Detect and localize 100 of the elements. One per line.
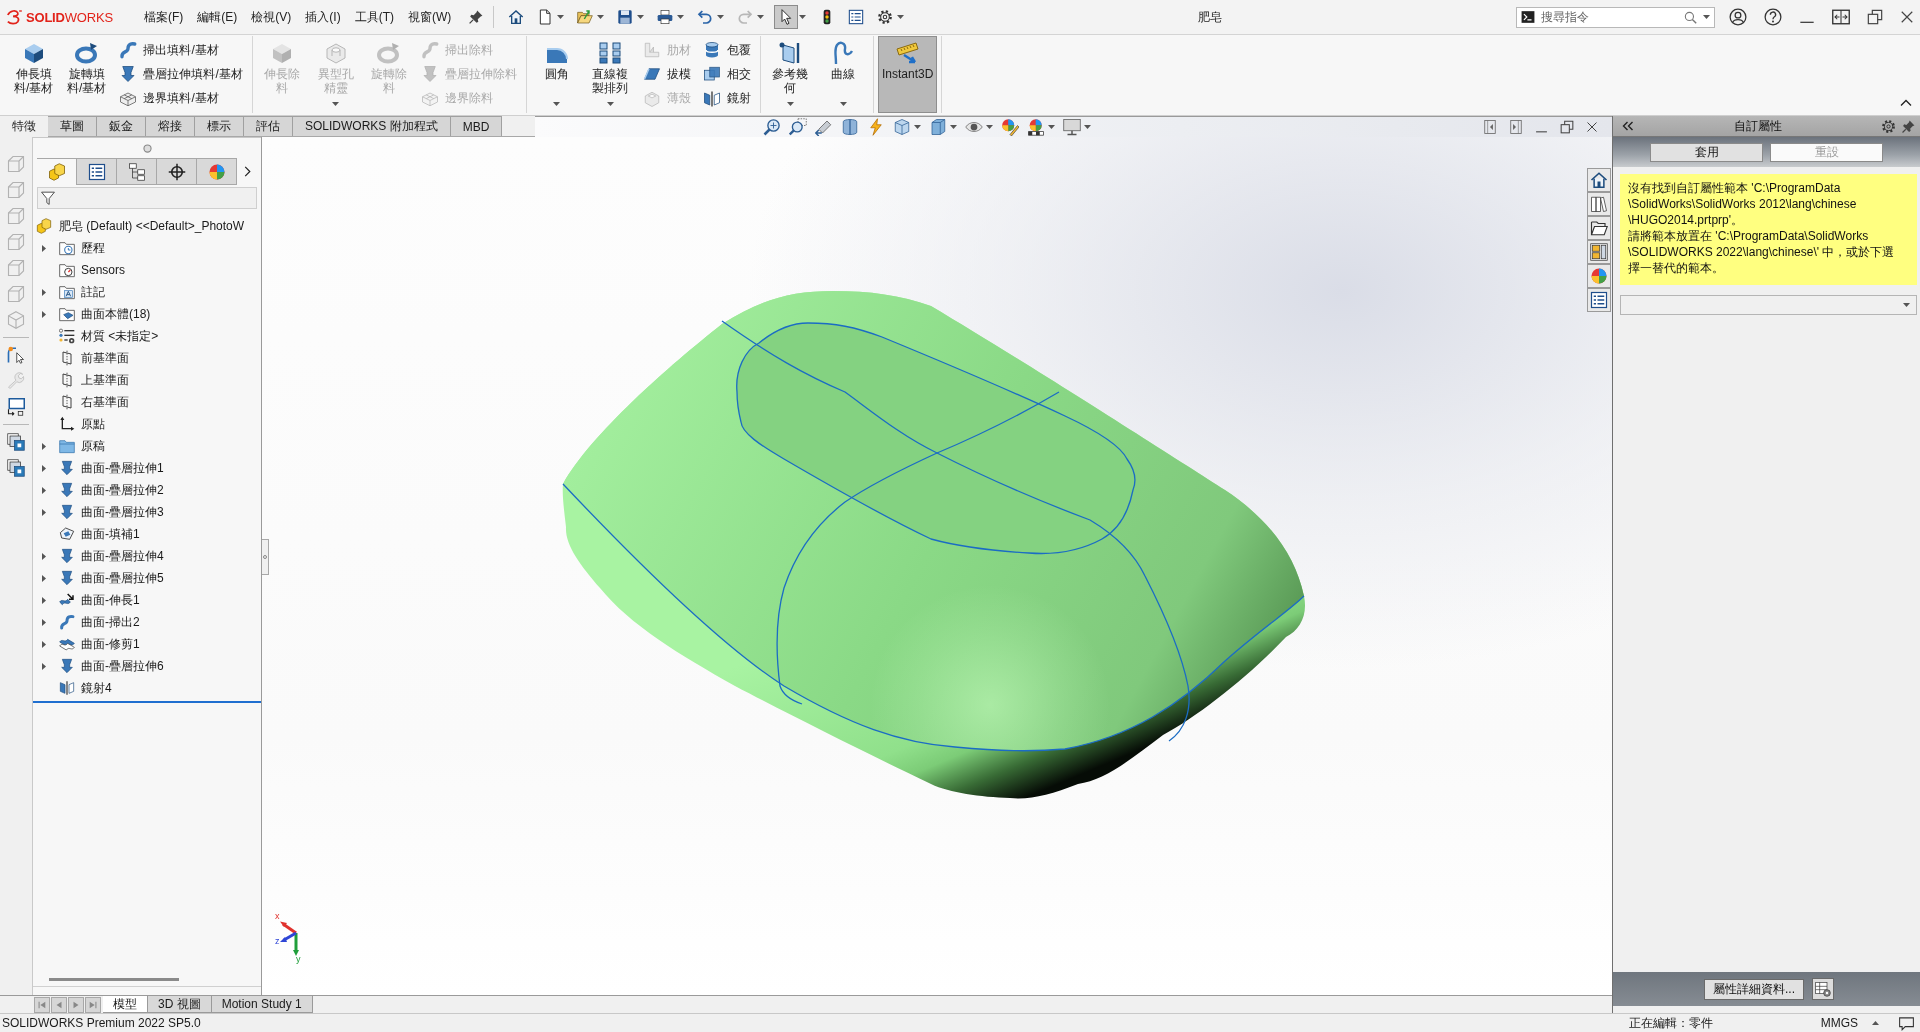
caret-down-icon[interactable] (597, 15, 605, 19)
menu-item[interactable]: 視窗(W) (408, 8, 452, 26)
panel-tab[interactable] (157, 158, 197, 185)
scroll-bar[interactable] (49, 977, 179, 981)
caret-down-icon[interactable] (1703, 15, 1710, 19)
sliced-cylinder-icon[interactable] (841, 118, 859, 136)
menu-item[interactable]: 檔案(F) (144, 8, 184, 26)
books-icon[interactable] (1587, 192, 1611, 216)
caret-right-icon[interactable] (42, 244, 46, 252)
document-icon[interactable] (537, 9, 554, 25)
palette-grid-icon[interactable] (1587, 240, 1611, 264)
splitter-handle[interactable] (262, 539, 269, 575)
ribbon-button[interactable]: 疊層拉伸填料/基材 (116, 64, 246, 85)
table-gear-icon[interactable] (1812, 978, 1834, 1000)
ribbon-button[interactable]: 伸長填料/基材 (8, 36, 60, 113)
caret-up-icon[interactable] (1872, 1021, 1879, 1025)
ribbon-button[interactable]: 旋轉填料/基材 (61, 36, 113, 113)
magnifier-icon[interactable] (763, 118, 781, 136)
caret-down-icon[interactable] (799, 15, 807, 19)
pointer-icon[interactable] (774, 5, 799, 29)
caret-down-icon[interactable] (1048, 125, 1055, 129)
panel-left-icon[interactable] (1483, 120, 1497, 134)
feature-tree-item[interactable]: 曲面-疊層拉伸2 (81, 481, 164, 499)
menu-item[interactable]: 插入(I) (305, 8, 341, 26)
ribbon-tab[interactable]: 草圖 (48, 116, 97, 136)
pin-icon[interactable] (469, 10, 484, 24)
save-icon[interactable] (617, 9, 634, 25)
caret-right-icon[interactable] (42, 464, 46, 472)
tile-icon[interactable] (1832, 8, 1850, 26)
ribbon-tab[interactable]: 鈑金 (97, 116, 146, 136)
chat-icon[interactable] (1899, 1015, 1914, 1031)
feature-tree-item[interactable]: 曲面-填補1 (81, 525, 140, 543)
help-icon[interactable] (1764, 8, 1782, 26)
ribbon-button[interactable]: 鏡射 (699, 88, 754, 109)
magnifier-box-icon[interactable] (789, 118, 807, 136)
caret-down-icon[interactable] (606, 102, 614, 106)
feature-tree-item[interactable]: 原點 (81, 415, 105, 433)
ribbon-button[interactable]: 參考幾何 (764, 36, 816, 113)
units-selector[interactable]: MMGS (1820, 1016, 1858, 1030)
caret-right-icon[interactable] (42, 288, 46, 296)
ribbon-tab[interactable]: 評估 (244, 116, 293, 136)
feature-tree-item[interactable]: 鏡射4 (81, 679, 112, 697)
restore-icon[interactable] (1560, 120, 1574, 134)
caret-right-icon[interactable] (42, 442, 46, 450)
search-box[interactable]: 搜尋指令 (1516, 6, 1715, 28)
caret-down-icon[interactable] (677, 15, 685, 19)
selection-cursor-icon[interactable] (7, 346, 25, 364)
search-icon[interactable] (1684, 10, 1697, 24)
ribbon-tab[interactable]: 熔接 (146, 116, 195, 136)
stacked-windows-icon[interactable] (7, 459, 25, 477)
spyglass-icon[interactable] (815, 118, 833, 136)
ribbon-button[interactable]: 包覆 (699, 40, 754, 61)
home-icon[interactable] (508, 9, 525, 25)
caret-down-icon[interactable] (557, 15, 565, 19)
feature-tree-item[interactable]: 曲面-疊層拉伸1 (81, 459, 164, 477)
part-name[interactable]: 肥皂 (Default) <<Default>_PhotoW (59, 217, 245, 235)
pin-icon[interactable] (1902, 119, 1915, 133)
feature-tree-item[interactable]: 材質 <未指定> (81, 327, 159, 345)
home-icon[interactable] (1587, 168, 1611, 192)
next-icon[interactable] (68, 996, 84, 1013)
double-chevron-left-icon[interactable] (1622, 120, 1634, 132)
filter-field[interactable] (37, 187, 257, 209)
ribbon-button[interactable]: 直線複製排列 (584, 36, 636, 113)
panel-tab[interactable] (117, 158, 157, 185)
monitor-icon[interactable] (1063, 118, 1081, 136)
settings-icon[interactable] (877, 9, 894, 25)
feature-tree-item[interactable]: 上基準面 (81, 371, 129, 389)
ribbon-tab[interactable]: MBD (450, 116, 503, 136)
feature-tree-item[interactable]: 原稿 (81, 437, 105, 455)
user-icon[interactable] (1729, 8, 1747, 26)
feature-tree-item[interactable]: 曲面-疊層拉伸3 (81, 503, 164, 521)
details-button[interactable]: 屬性詳細資料... (1704, 978, 1804, 1000)
open-folder-icon[interactable] (577, 9, 594, 25)
ribbon-button[interactable]: 曲線 (817, 36, 870, 113)
caret-down-icon[interactable] (553, 102, 561, 106)
ribbon-tab[interactable]: SOLIDWORKS 附加程式 (293, 116, 451, 136)
caret-down-icon[interactable] (637, 15, 645, 19)
ribbon-button[interactable]: 相交 (699, 64, 754, 85)
feature-tree-item[interactable]: 曲面本體(18) (81, 305, 151, 323)
ribbon-button[interactable]: 圓角 (531, 36, 583, 113)
caret-down-icon[interactable] (897, 15, 905, 19)
close-icon[interactable] (1900, 10, 1914, 24)
panel-right-icon[interactable] (1509, 120, 1523, 134)
color-ball-checker-icon[interactable] (1027, 118, 1045, 136)
caret-down-icon[interactable] (950, 125, 957, 129)
caret-right-icon[interactable] (42, 486, 46, 494)
feature-tree-item[interactable]: 右基準面 (81, 393, 129, 411)
view-tab[interactable]: 3D 視圖 (148, 996, 212, 1013)
ribbon-tab[interactable]: 標示 (195, 116, 244, 136)
stacked-windows-icon[interactable] (7, 433, 25, 451)
list-icon[interactable] (848, 9, 865, 25)
feature-tree-item[interactable]: 曲面-疊層拉伸4 (81, 547, 164, 565)
menu-item[interactable]: 檢視(V) (251, 8, 292, 26)
list-icon[interactable] (1587, 288, 1611, 312)
feature-tree-item[interactable]: 前基準面 (81, 349, 129, 367)
caret-right-icon[interactable] (42, 508, 46, 516)
view-tab[interactable]: Motion Study 1 (211, 996, 313, 1013)
printer-icon[interactable] (657, 9, 674, 25)
caret-right-icon[interactable] (42, 552, 46, 560)
feature-tree-item[interactable]: 曲面-修剪1 (81, 635, 140, 653)
